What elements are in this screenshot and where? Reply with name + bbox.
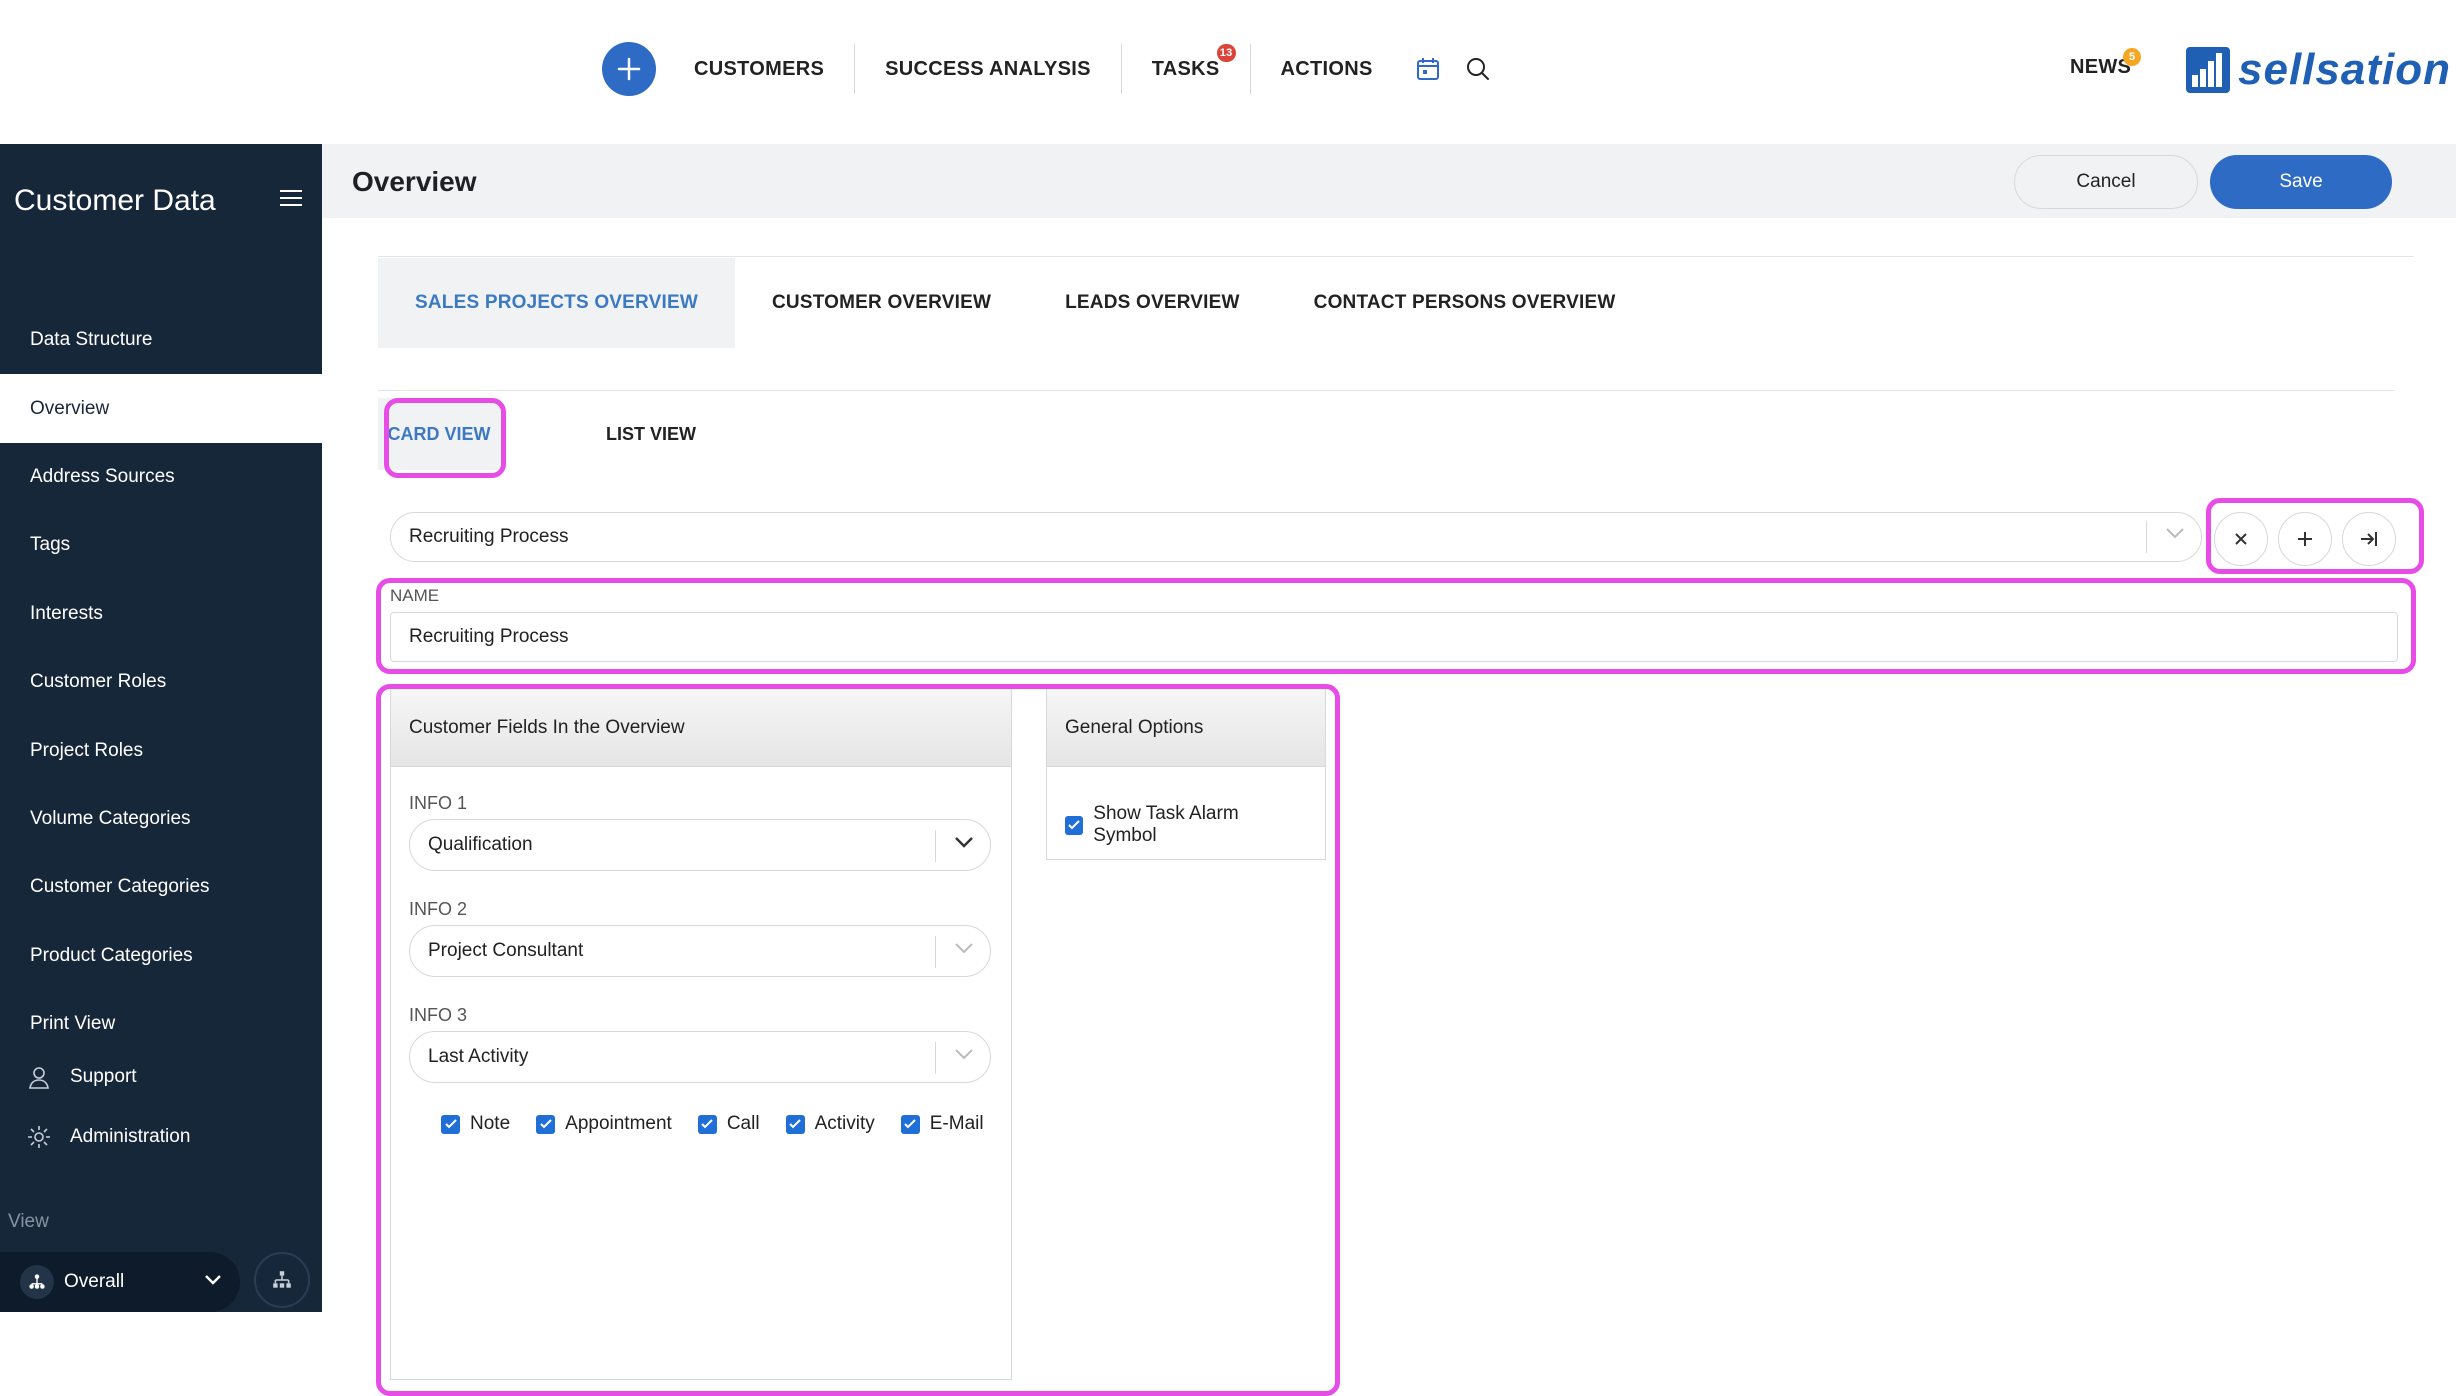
add-button[interactable] [602, 42, 656, 96]
select-divider [2146, 521, 2147, 553]
chevron-down-icon [205, 1275, 221, 1285]
sidebar-item-overview[interactable]: Overview [0, 374, 322, 443]
logo-bars-icon [2186, 47, 2230, 93]
highlight-fields-panels [376, 684, 1340, 1396]
tab-sales-projects-overview[interactable]: SALES PROJECTS OVERVIEW [378, 258, 735, 348]
divider [378, 390, 2394, 391]
tab-contact-persons-overview[interactable]: CONTACT PERSONS OVERVIEW [1277, 258, 1653, 348]
nav-customers[interactable]: CUSTOMERS [664, 42, 854, 96]
nav-label: TASKS [1151, 57, 1220, 80]
sidebar-item-customer-roles[interactable]: Customer Roles [0, 648, 322, 716]
save-button[interactable]: Save [2210, 155, 2392, 209]
logo-text: sellsation [2238, 45, 2451, 94]
user-icon [29, 1067, 49, 1089]
news-badge: 5 [2123, 48, 2142, 66]
content-area: SALES PROJECTS OVERVIEW CUSTOMER OVERVIE… [322, 218, 2456, 1396]
nav-actions[interactable]: ACTIONS [1251, 42, 1403, 96]
search-icon [1466, 58, 1489, 80]
view-label: View [8, 1211, 49, 1232]
overview-config-value: Recruiting Process [409, 526, 569, 547]
sidebar-menu: Data Structure Overview Address Sources … [0, 306, 322, 1058]
sidebar-item-product-categories[interactable]: Product Categories [0, 922, 322, 990]
sidebar-item-project-roles[interactable]: Project Roles [0, 716, 322, 784]
main-nav: CUSTOMERS SUCCESS ANALYSIS TASKS 13 ACTIO… [664, 42, 1503, 96]
hierarchy-icon [20, 1265, 54, 1299]
calendar-button[interactable] [1403, 42, 1453, 96]
sidebar-item-customer-categories[interactable]: Customer Categories [0, 853, 322, 921]
gear-icon [28, 1126, 50, 1148]
sellsation-logo: sellsation [2186, 42, 2451, 98]
sidebar-title: Customer Data [14, 184, 216, 217]
tab-customer-overview[interactable]: CUSTOMER OVERVIEW [735, 258, 1028, 348]
menu-icon[interactable] [280, 190, 302, 208]
page-header: Overview Cancel Save [322, 144, 2456, 218]
sidebar-item-print-view[interactable]: Print View [0, 990, 322, 1058]
sidebar-item-volume-categories[interactable]: Volume Categories [0, 785, 322, 853]
view-value: Overall [64, 1271, 125, 1292]
sidebar-support[interactable]: Support [26, 1064, 137, 1090]
overview-config-select[interactable]: Recruiting Process [390, 512, 2202, 562]
plus-icon [617, 57, 641, 81]
news-label: NEWS [2070, 56, 2132, 78]
sidebar-item-data-structure[interactable]: Data Structure [0, 306, 322, 374]
search-button[interactable] [1453, 42, 1503, 96]
highlight-card-view [384, 398, 506, 478]
overview-tabs: SALES PROJECTS OVERVIEW CUSTOMER OVERVIE… [378, 258, 1652, 348]
nav-success-analysis[interactable]: SUCCESS ANALYSIS [855, 42, 1121, 96]
nav-label: ACTIONS [1280, 57, 1373, 80]
nav-label: CUSTOMERS [694, 57, 825, 80]
highlight-name-field [376, 578, 2416, 674]
org-structure-button[interactable] [254, 1252, 310, 1308]
sidebar-administration[interactable]: Administration [26, 1124, 190, 1150]
highlight-config-actions [2206, 498, 2424, 574]
tab-leads-overview[interactable]: LEADS OVERVIEW [1028, 258, 1277, 348]
sidebar-item-interests[interactable]: Interests [0, 580, 322, 648]
page-title: Overview [352, 166, 477, 197]
nav-label: SUCCESS ANALYSIS [885, 57, 1091, 80]
nav-tasks[interactable]: TASKS 13 [1122, 42, 1250, 96]
sidebar-item-tags[interactable]: Tags [0, 511, 322, 579]
chevron-down-icon [2166, 528, 2184, 539]
tasks-badge: 13 [1216, 44, 1236, 62]
calendar-icon [1416, 58, 1439, 80]
sidebar-item-address-sources[interactable]: Address Sources [0, 443, 322, 511]
divider [378, 256, 2414, 257]
view-selector[interactable]: Overall [0, 1252, 240, 1312]
cancel-button[interactable]: Cancel [2014, 155, 2198, 209]
tab-list-view[interactable]: LIST VIEW [606, 398, 696, 470]
support-label: Support [70, 1066, 137, 1087]
administration-label: Administration [70, 1126, 191, 1147]
top-navigation-bar: CUSTOMERS SUCCESS ANALYSIS TASKS 13 ACTIO… [0, 0, 2456, 144]
org-chart-icon [273, 1271, 291, 1288]
sidebar: Customer Data Data Structure Overview Ad… [0, 144, 322, 1312]
news-link[interactable]: NEWS 5 [2070, 48, 2142, 79]
